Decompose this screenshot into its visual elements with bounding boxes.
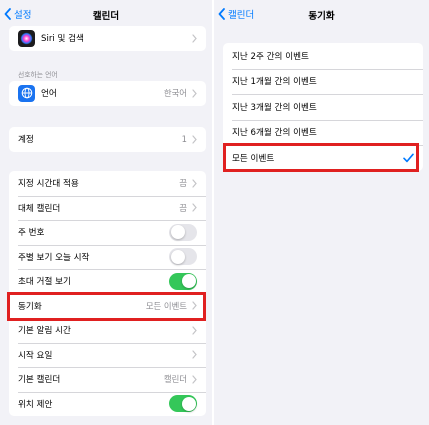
page-title: 캘린더: [92, 11, 120, 22]
accounts-row[interactable]: 계정 1: [9, 127, 206, 152]
globe-icon: [18, 84, 35, 102]
language-section-header: 선호하는 언어: [18, 71, 58, 79]
siri-group: Siri 및 검색: [9, 26, 206, 51]
invitee-declines-label: 초대 거절 보기: [18, 277, 71, 288]
checkmark-icon: [403, 153, 414, 162]
accounts-group: 계정 1: [9, 127, 206, 152]
sync-option-3-months[interactable]: 지난 3개월 간의 이벤트: [223, 94, 423, 120]
chevron-right-icon: [192, 326, 197, 335]
language-row[interactable]: 언어 한국어: [9, 81, 206, 106]
week-view-today-row: 주별 보기 오늘 시작: [9, 244, 206, 270]
chevron-right-icon: [192, 375, 197, 384]
sync-option-label: 모든 이벤트: [232, 153, 275, 164]
sync-option-1-month[interactable]: 지난 1개월 간의 이벤트: [223, 68, 423, 95]
sync-option-2-weeks[interactable]: 지난 2주 간의 이벤트: [223, 43, 423, 69]
timezone-override-label: 지정 시간대 적용: [18, 179, 79, 190]
sync-option-all-events[interactable]: 모든 이벤트: [223, 145, 423, 171]
chevron-right-icon: [192, 89, 197, 98]
alternate-calendar-label: 대체 캘린더: [18, 203, 61, 214]
invitee-declines-row: 초대 거절 보기: [9, 269, 206, 294]
timezone-override-value: 끔: [179, 178, 187, 189]
siri-icon: [18, 29, 35, 47]
accounts-label: 계정: [18, 135, 34, 146]
siri-search-label: Siri 및 검색: [41, 34, 84, 45]
location-suggestions-toggle[interactable]: [169, 395, 197, 413]
default-alert-times-label: 기본 알림 시간: [18, 326, 71, 337]
default-alert-times-row[interactable]: 기본 알림 시간: [9, 318, 206, 343]
sync-option-label: 지난 2주 간의 이벤트: [232, 51, 309, 62]
default-calendar-row[interactable]: 기본 캘린더 캘린더: [9, 367, 206, 392]
sync-options-group: 지난 2주 간의 이벤트 지난 1개월 간의 이벤트 지난 3개월 간의 이벤트…: [223, 43, 423, 171]
default-calendar-label: 기본 캘린더: [18, 375, 61, 386]
week-view-today-label: 주별 보기 오늘 시작: [18, 252, 90, 263]
accounts-count: 1: [181, 134, 187, 145]
calendar-settings-screen: 설정 캘린더 Siri 및 검색 선호하는 언어 언어 한국어 계정 1 지정 …: [0, 0, 212, 425]
location-suggestions-row: 위치 제안: [9, 391, 206, 417]
sync-option-label: 지난 1개월 간의 이벤트: [232, 77, 317, 88]
sync-option-6-months[interactable]: 지난 6개월 간의 이벤트: [223, 119, 423, 146]
week-view-today-toggle[interactable]: [169, 248, 197, 266]
invitee-declines-toggle[interactable]: [169, 272, 197, 290]
start-week-on-label: 시작 요일: [18, 350, 53, 361]
alternate-calendar-value: 끔: [179, 202, 187, 213]
siri-search-row[interactable]: Siri 및 검색: [9, 26, 206, 51]
sync-value: 모든 이벤트: [145, 300, 187, 311]
chevron-right-icon: [192, 179, 197, 188]
page-title: 동기화: [308, 11, 335, 22]
start-week-on-row[interactable]: 시작 요일: [9, 342, 206, 368]
language-value: 한국어: [163, 88, 187, 99]
chevron-right-icon: [192, 203, 197, 212]
sync-settings-screen: 캘린더 동기화 지난 2주 간의 이벤트 지난 1개월 간의 이벤트 지난 3개…: [214, 0, 429, 425]
week-numbers-toggle[interactable]: [169, 223, 197, 241]
language-label: 언어: [41, 89, 57, 100]
chevron-right-icon: [192, 34, 197, 43]
sync-label: 동기화: [18, 301, 42, 312]
timezone-override-row[interactable]: 지정 시간대 적용 끔: [9, 171, 206, 196]
chevron-right-icon: [192, 135, 197, 144]
default-calendar-value: 캘린더: [163, 374, 187, 385]
sync-option-label: 지난 3개월 간의 이벤트: [232, 102, 317, 113]
alternate-calendar-row[interactable]: 대체 캘린더 끔: [9, 195, 206, 221]
calendar-options-group: 지정 시간대 적용 끔 대체 캘린더 끔 주 번호 주별 보기 오늘 시작 초대…: [9, 171, 206, 416]
nav-bar: 캘린더 동기화: [214, 0, 429, 30]
week-numbers-row: 주 번호: [9, 220, 206, 245]
sync-option-label: 지난 6개월 간의 이벤트: [232, 128, 317, 139]
week-numbers-label: 주 번호: [18, 228, 45, 239]
language-group: 언어 한국어: [9, 81, 206, 106]
chevron-right-icon: [192, 301, 197, 310]
chevron-right-icon: [192, 350, 197, 359]
location-suggestions-label: 위치 제안: [18, 399, 53, 410]
sync-row[interactable]: 동기화 모든 이벤트: [9, 293, 206, 319]
